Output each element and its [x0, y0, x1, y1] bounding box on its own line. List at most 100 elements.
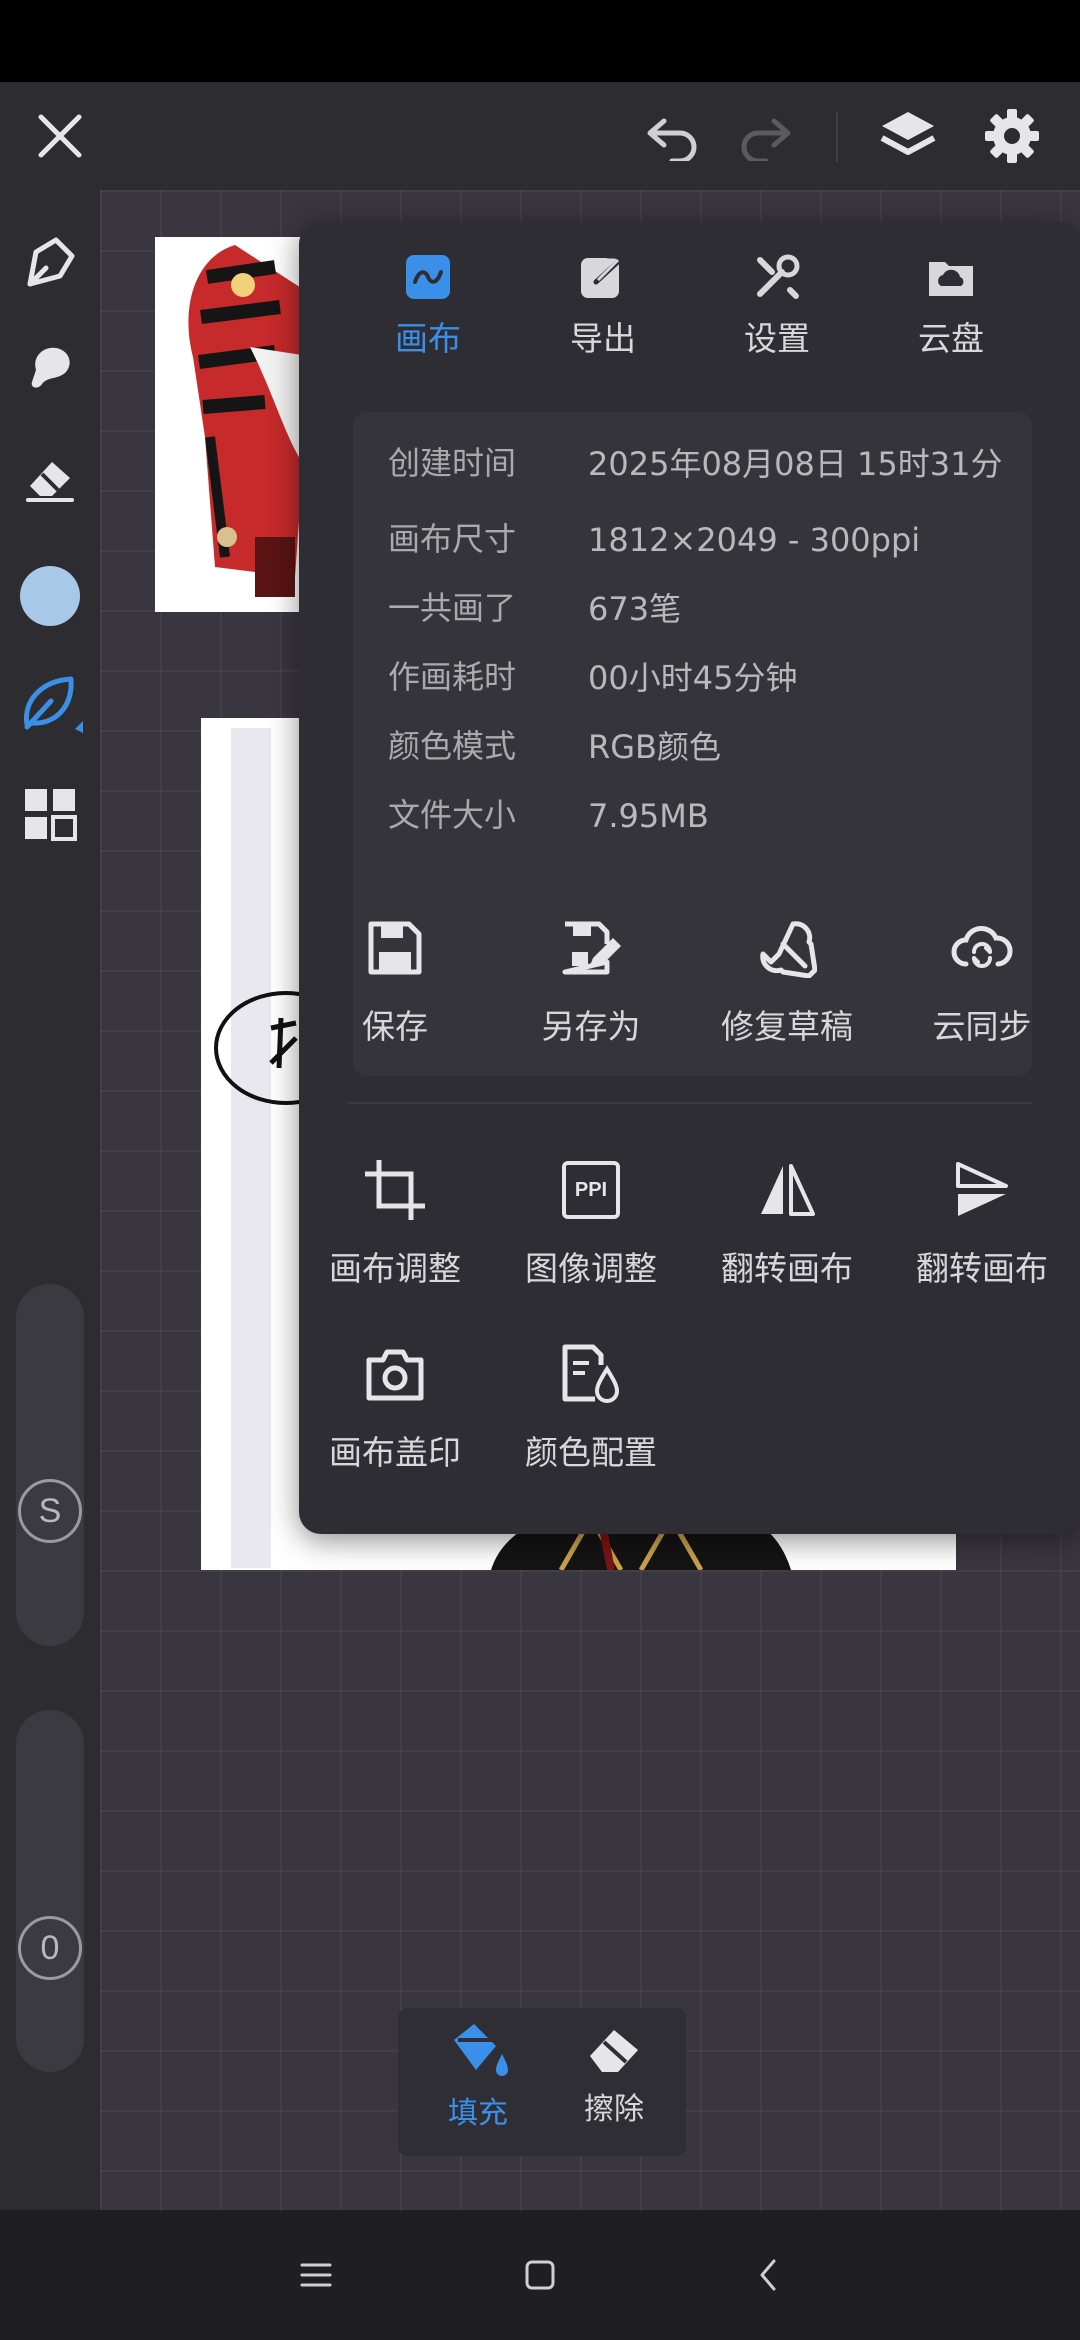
- settings-button[interactable]: [974, 98, 1050, 174]
- top-bar: [0, 82, 1080, 190]
- info-key-file-size: 文件大小: [388, 796, 517, 834]
- brush-size-slider[interactable]: [16, 1284, 84, 1646]
- info-key-created: 创建时间: [388, 444, 517, 482]
- flip-vertical-icon: [956, 1162, 1008, 1216]
- square-icon: [525, 2260, 555, 2290]
- paint-bucket-icon: [454, 2024, 508, 2076]
- camera-icon: [366, 1349, 424, 1401]
- layers-icon: [880, 112, 936, 155]
- canvas-adjust-label: 画布调整: [329, 1249, 461, 1288]
- info-value-created: 2025年08月08日 15时31分: [588, 445, 1003, 483]
- undo-icon: [647, 118, 697, 161]
- info-value-duration: 00小时45分钟: [588, 659, 798, 697]
- back-button[interactable]: [738, 2245, 798, 2305]
- cloud-sync-label: 云同步: [932, 1007, 1032, 1046]
- redo-button[interactable]: [728, 98, 804, 174]
- image-adjust-label: 图像调整: [525, 1249, 657, 1288]
- left-toolbar: S 0: [0, 190, 100, 2210]
- tab-canvas[interactable]: 画布: [353, 252, 503, 392]
- tab-settings[interactable]: 设置: [702, 252, 852, 392]
- info-key-size: 画布尺寸: [388, 520, 517, 558]
- close-button[interactable]: [22, 98, 98, 174]
- canvas-stamp-label: 画布盖印: [329, 1433, 461, 1472]
- canvas-menu-panel: 画布 导出 设置 云盘 创建时间 2025年08月08日 15时31分 画布尺寸…: [299, 222, 1080, 1534]
- home-button[interactable]: [510, 2245, 570, 2305]
- info-value-size: 1812×2049 - 300ppi: [588, 521, 921, 559]
- undo-button[interactable]: [634, 98, 710, 174]
- save-as-icon: [562, 921, 621, 975]
- back-arrow-icon: [760, 2259, 776, 2291]
- flip-vertical-label: 翻转画布: [916, 1249, 1048, 1288]
- brush-size-knob[interactable]: S: [18, 1479, 82, 1543]
- flip-horizontal-label: 翻转画布: [721, 1249, 853, 1288]
- tab-export[interactable]: 导出: [528, 252, 678, 392]
- crop-icon: [365, 1160, 425, 1220]
- leaf-brush-tool[interactable]: [12, 666, 88, 742]
- smudge-tool[interactable]: [12, 330, 88, 406]
- erase-button[interactable]: 擦除: [554, 2020, 674, 2148]
- canvas-adjust-button[interactable]: 画布调整: [305, 1152, 485, 1302]
- info-key-strokes: 一共画了: [388, 589, 517, 627]
- eraser-tool[interactable]: [12, 440, 88, 516]
- recents-button[interactable]: [286, 2245, 346, 2305]
- opacity-knob[interactable]: 0: [18, 1916, 82, 1980]
- menu-divider: [347, 1102, 1032, 1104]
- status-bar: [0, 0, 1080, 82]
- menu-icon: [300, 2263, 332, 2287]
- info-key-duration: 作画耗时: [388, 658, 517, 696]
- tab-cloud-drive[interactable]: 云盘: [876, 252, 1026, 392]
- brush-tool[interactable]: [12, 224, 88, 300]
- eraser-icon: [590, 2030, 638, 2072]
- info-value-file-size: 7.95MB: [588, 797, 709, 835]
- fill-label: 填充: [448, 2096, 508, 2131]
- tools-icon: [757, 254, 800, 299]
- current-color-swatch: [20, 566, 80, 626]
- export-icon: [581, 253, 627, 298]
- repair-icon: [760, 921, 817, 978]
- flip-horizontal-button[interactable]: 翻转画布: [697, 1152, 877, 1302]
- color-config-icon: [562, 1344, 620, 1403]
- image-adjust-button[interactable]: PPI 图像调整: [501, 1152, 681, 1302]
- save-as-label: 另存为: [541, 1007, 641, 1046]
- redo-icon: [741, 118, 791, 161]
- fill-button[interactable]: 填充: [418, 2020, 538, 2148]
- opacity-slider[interactable]: [16, 1710, 84, 2072]
- color-config-label: 颜色配置: [525, 1433, 657, 1472]
- canvas-stamp-button[interactable]: 画布盖印: [305, 1336, 485, 1486]
- save-as-button[interactable]: 另存为: [501, 910, 681, 1060]
- tab-settings-label: 设置: [744, 319, 810, 358]
- layers-button[interactable]: [870, 98, 946, 174]
- tab-export-label: 导出: [570, 319, 636, 358]
- flip-horizontal-icon: [761, 1164, 815, 1216]
- pen-nib-icon: [27, 237, 75, 287]
- canvas-icon: [406, 255, 450, 299]
- top-bar-separator: [836, 112, 838, 162]
- flip-vertical-button[interactable]: 翻转画布: [892, 1152, 1072, 1302]
- grid-icon: [25, 789, 77, 841]
- save-icon: [368, 921, 422, 975]
- ppi-icon: PPI: [553, 1152, 629, 1228]
- ppi-badge: PPI: [562, 1161, 620, 1219]
- leaf-icon: [23, 676, 83, 733]
- tab-cloud-drive-label: 云盘: [918, 319, 984, 358]
- repair-draft-label: 修复草稿: [721, 1007, 853, 1046]
- cloud-sync-icon: [951, 926, 1013, 968]
- info-value-color-mode: RGB颜色: [588, 728, 721, 766]
- info-value-strokes: 673笔: [588, 590, 682, 628]
- cloud-sync-button[interactable]: 云同步: [892, 910, 1072, 1060]
- artwork-preview-top: [155, 237, 315, 612]
- color-picker[interactable]: [12, 558, 88, 634]
- erase-label: 擦除: [584, 2092, 644, 2127]
- info-key-color-mode: 颜色模式: [388, 727, 517, 765]
- repair-draft-button[interactable]: 修复草稿: [697, 910, 877, 1060]
- cloud-drive-icon: [929, 262, 973, 296]
- smudge-icon: [31, 347, 70, 388]
- gallery-tool[interactable]: [12, 776, 88, 852]
- save-button[interactable]: 保存: [305, 910, 485, 1060]
- color-config-button[interactable]: 颜色配置: [501, 1336, 681, 1486]
- close-icon: [38, 114, 82, 158]
- eraser-icon: [26, 462, 74, 502]
- system-nav-bar: [0, 2210, 1080, 2340]
- save-label: 保存: [362, 1007, 428, 1046]
- tab-canvas-label: 画布: [395, 319, 461, 358]
